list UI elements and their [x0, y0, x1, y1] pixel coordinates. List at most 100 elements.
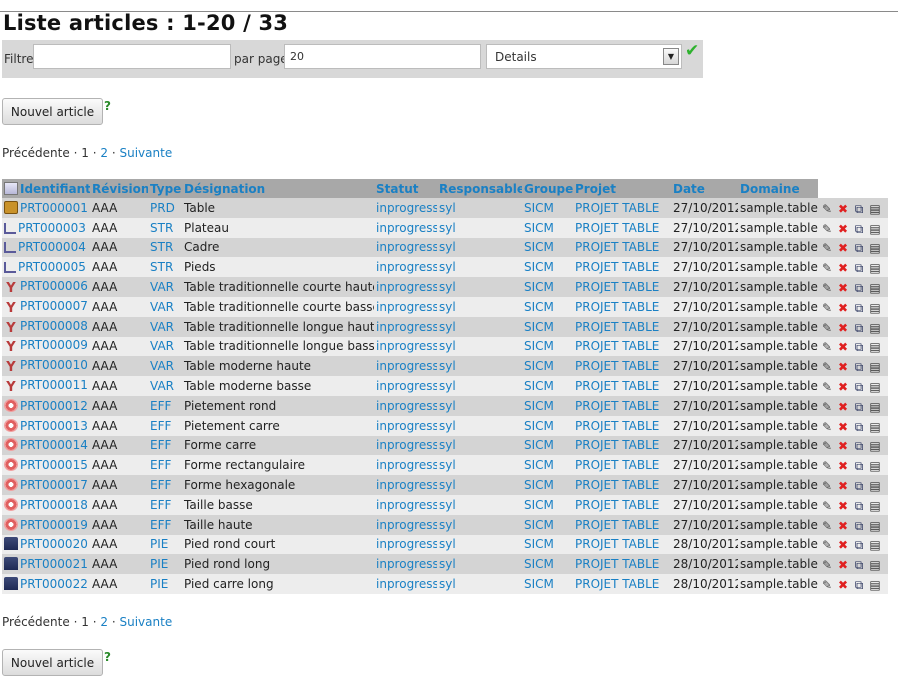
clipboard-icon[interactable]: ▤	[868, 222, 882, 236]
project-link[interactable]: PROJET TABLE	[575, 537, 659, 551]
col-domaine[interactable]: Domaine	[738, 179, 818, 198]
group-link[interactable]: SICM	[524, 359, 554, 373]
edit-icon[interactable]: ✎	[820, 558, 834, 572]
article-id-link[interactable]: PRT000006	[20, 279, 88, 293]
edit-icon[interactable]: ✎	[820, 241, 834, 255]
type-link[interactable]: EFF	[150, 419, 171, 433]
copy-icon[interactable]: ⧉	[852, 241, 866, 255]
edit-icon[interactable]: ✎	[820, 301, 834, 315]
col-groupe[interactable]: Groupe	[522, 179, 573, 198]
type-link[interactable]: STR	[150, 240, 173, 254]
view-select[interactable]: Details ▼	[486, 44, 682, 69]
clipboard-icon[interactable]: ▤	[868, 519, 882, 533]
pager-page-2[interactable]: 2	[100, 146, 108, 160]
group-link[interactable]: SICM	[524, 260, 554, 274]
type-link[interactable]: VAR	[150, 320, 174, 334]
status-link[interactable]: inprogress	[376, 300, 437, 314]
edit-icon[interactable]: ✎	[820, 380, 834, 394]
delete-icon[interactable]: ✖	[836, 400, 850, 414]
responsable-link[interactable]: syl	[439, 438, 456, 452]
group-link[interactable]: SICM	[524, 498, 554, 512]
edit-icon[interactable]: ✎	[820, 400, 834, 414]
type-link[interactable]: VAR	[150, 379, 174, 393]
article-id-link[interactable]: PRT000012	[20, 399, 88, 413]
article-id-link[interactable]: PRT000018	[20, 498, 88, 512]
clipboard-icon[interactable]: ▤	[868, 459, 882, 473]
copy-icon[interactable]: ⧉	[852, 499, 866, 513]
clipboard-icon[interactable]: ▤	[868, 281, 882, 295]
status-link[interactable]: inprogress	[376, 280, 437, 294]
col-revision[interactable]: Révision	[90, 179, 148, 198]
article-id-link[interactable]: PRT000015	[20, 458, 88, 472]
responsable-link[interactable]: syl	[439, 320, 456, 334]
project-link[interactable]: PROJET TABLE	[575, 518, 659, 532]
type-link[interactable]: PRD	[150, 201, 175, 215]
group-link[interactable]: SICM	[524, 221, 554, 235]
clipboard-icon[interactable]: ▤	[868, 439, 882, 453]
delete-icon[interactable]: ✖	[836, 202, 850, 216]
responsable-link[interactable]: syl	[439, 300, 456, 314]
status-link[interactable]: inprogress	[376, 478, 437, 492]
clipboard-icon[interactable]: ▤	[868, 400, 882, 414]
project-link[interactable]: PROJET TABLE	[575, 221, 659, 235]
group-link[interactable]: SICM	[524, 577, 554, 591]
type-link[interactable]: EFF	[150, 498, 171, 512]
copy-icon[interactable]: ⧉	[852, 202, 866, 216]
clipboard-icon[interactable]: ▤	[868, 558, 882, 572]
copy-icon[interactable]: ⧉	[852, 519, 866, 533]
group-link[interactable]: SICM	[524, 399, 554, 413]
copy-icon[interactable]: ⧉	[852, 400, 866, 414]
responsable-link[interactable]: syl	[439, 359, 456, 373]
edit-icon[interactable]: ✎	[820, 420, 834, 434]
delete-icon[interactable]: ✖	[836, 222, 850, 236]
group-link[interactable]: SICM	[524, 339, 554, 353]
responsable-link[interactable]: syl	[439, 577, 456, 591]
responsable-link[interactable]: syl	[439, 419, 456, 433]
article-id-link[interactable]: PRT000013	[20, 419, 88, 433]
copy-icon[interactable]: ⧉	[852, 321, 866, 335]
clipboard-icon[interactable]: ▤	[868, 202, 882, 216]
type-link[interactable]: PIE	[150, 557, 168, 571]
article-id-link[interactable]: PRT000008	[20, 319, 88, 333]
copy-icon[interactable]: ⧉	[852, 281, 866, 295]
delete-icon[interactable]: ✖	[836, 420, 850, 434]
edit-icon[interactable]: ✎	[820, 321, 834, 335]
pager-next[interactable]: Suivante	[120, 615, 173, 629]
article-id-link[interactable]: PRT000004	[18, 240, 86, 254]
status-link[interactable]: inprogress	[376, 201, 437, 215]
type-link[interactable]: EFF	[150, 458, 171, 472]
col-identifiant[interactable]: Identifiant	[2, 179, 90, 198]
clipboard-icon[interactable]: ▤	[868, 479, 882, 493]
new-article-button[interactable]: Nouvel article	[2, 98, 103, 125]
delete-icon[interactable]: ✖	[836, 499, 850, 513]
copy-icon[interactable]: ⧉	[852, 222, 866, 236]
project-link[interactable]: PROJET TABLE	[575, 280, 659, 294]
delete-icon[interactable]: ✖	[836, 439, 850, 453]
project-link[interactable]: PROJET TABLE	[575, 478, 659, 492]
clipboard-icon[interactable]: ▤	[868, 420, 882, 434]
group-link[interactable]: SICM	[524, 379, 554, 393]
delete-icon[interactable]: ✖	[836, 558, 850, 572]
copy-icon[interactable]: ⧉	[852, 420, 866, 434]
type-link[interactable]: VAR	[150, 280, 174, 294]
article-id-link[interactable]: PRT000009	[20, 338, 88, 352]
status-link[interactable]: inprogress	[376, 359, 437, 373]
status-link[interactable]: inprogress	[376, 260, 437, 274]
apply-check-icon[interactable]: ✔	[685, 41, 699, 61]
responsable-link[interactable]: syl	[439, 280, 456, 294]
project-link[interactable]: PROJET TABLE	[575, 438, 659, 452]
copy-icon[interactable]: ⧉	[852, 439, 866, 453]
group-link[interactable]: SICM	[524, 438, 554, 452]
col-statut[interactable]: Statut	[374, 179, 437, 198]
type-link[interactable]: EFF	[150, 438, 171, 452]
clipboard-icon[interactable]: ▤	[868, 301, 882, 315]
article-id-link[interactable]: PRT000010	[20, 358, 88, 372]
project-link[interactable]: PROJET TABLE	[575, 320, 659, 334]
copy-icon[interactable]: ⧉	[852, 340, 866, 354]
project-link[interactable]: PROJET TABLE	[575, 498, 659, 512]
responsable-link[interactable]: syl	[439, 201, 456, 215]
edit-icon[interactable]: ✎	[820, 340, 834, 354]
article-id-link[interactable]: PRT000005	[18, 260, 86, 274]
status-link[interactable]: inprogress	[376, 240, 437, 254]
project-link[interactable]: PROJET TABLE	[575, 240, 659, 254]
